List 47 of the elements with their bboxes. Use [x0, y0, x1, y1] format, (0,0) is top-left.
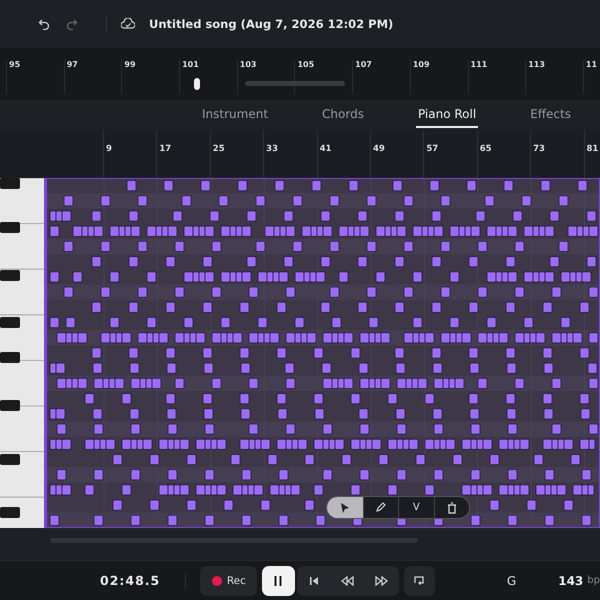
tab[interactable]: Instrument [200, 102, 270, 128]
playback-time: 02:48.5 [100, 573, 162, 588]
bar-number: 99 [121, 60, 180, 94]
tempo-unit: bp [587, 575, 600, 586]
bar-number: 107 [352, 60, 410, 94]
tempo-value[interactable]: 143 [558, 574, 584, 588]
bar-number: 97 [64, 60, 122, 94]
bar-number: 11 [582, 60, 600, 94]
loop-button[interactable] [404, 566, 435, 596]
pause-icon [273, 574, 284, 586]
tab[interactable]: Piano Roll [416, 102, 478, 128]
cloud-check-icon [121, 18, 135, 30]
bar-number: 111 [468, 60, 526, 94]
delete-tool-button[interactable] [434, 497, 469, 518]
undo-icon [38, 18, 50, 30]
bar-number: 109 [410, 60, 468, 94]
bar-number: 65 [476, 130, 530, 178]
bar-number: 9 [103, 130, 156, 178]
loop-icon [413, 574, 426, 586]
bar-number: 33 [263, 130, 317, 178]
tab[interactable]: Effects [528, 102, 573, 128]
bar-number: 113 [525, 60, 583, 94]
trash-icon [446, 502, 457, 514]
tab[interactable]: Chords [320, 102, 366, 128]
bar-number: 95 [6, 60, 64, 94]
scrollbar-thumb[interactable] [245, 81, 345, 86]
skip-back-icon [308, 576, 319, 586]
record-button[interactable]: Rec [200, 566, 258, 596]
bar-number: 41 [316, 130, 370, 178]
redo-icon [66, 18, 78, 30]
undo-button[interactable] [38, 18, 50, 30]
record-dot-icon [212, 576, 222, 586]
cursor-icon [340, 502, 350, 514]
song-title: Untitled song (Aug 7, 2026 12:02 PM) [149, 17, 394, 31]
playhead-handle[interactable] [194, 78, 200, 90]
fast-forward-icon [375, 576, 388, 586]
bar-number: 73 [530, 130, 584, 178]
bar-number: 25 [210, 130, 264, 178]
rewind-icon [341, 576, 354, 586]
bar-number: 17 [156, 130, 210, 178]
key-signature[interactable]: G [506, 574, 516, 588]
pencil-icon [375, 502, 386, 513]
bar-number: 81 [584, 130, 600, 178]
pause-button[interactable] [262, 566, 295, 596]
bar-number: 49 [370, 130, 424, 178]
pointer-tool-button[interactable] [327, 497, 362, 518]
bar-number: 57 [423, 130, 477, 178]
